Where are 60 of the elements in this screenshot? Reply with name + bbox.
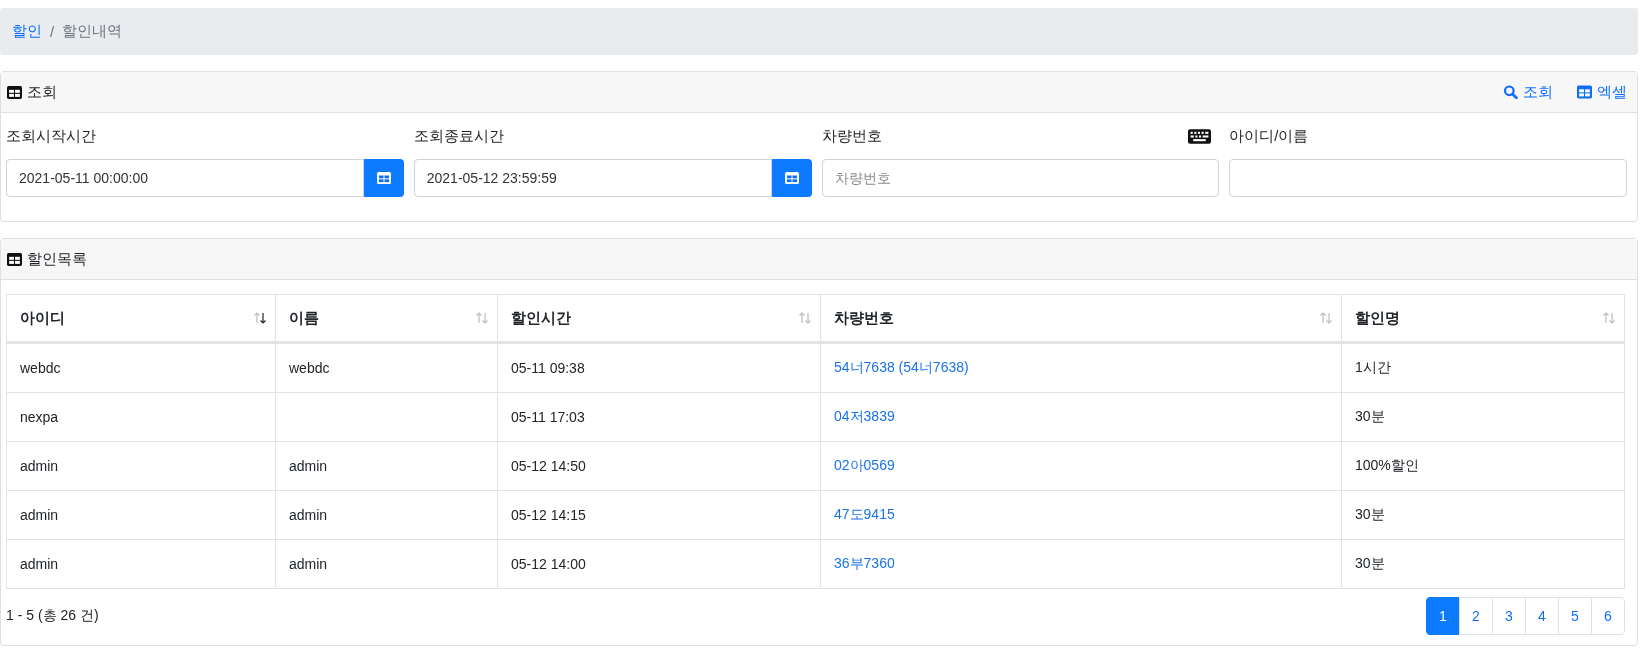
field-label: 차량번호 (821, 126, 882, 146)
table-cell: 05-12 14:50 (511, 458, 586, 474)
table-cell: admin (289, 507, 328, 523)
calendar-button[interactable] (363, 159, 404, 197)
table-cell: 1시간 (1355, 359, 1391, 375)
table-cell: 05-11 17:03 (511, 409, 585, 425)
column-header[interactable]: 할인시간 (497, 294, 821, 343)
plate-link[interactable]: 54너7638 (54너7638) (834, 359, 969, 375)
table-cell: webdc (289, 360, 330, 376)
table-cell: 30분 (1355, 555, 1385, 571)
keyboard-icon[interactable] (1188, 128, 1212, 144)
page-button[interactable]: 6 (1591, 597, 1625, 635)
plate-link[interactable]: 47도9415 (834, 506, 895, 522)
table-cell: 05-12 14:15 (511, 507, 586, 523)
page-button[interactable]: 1 (1426, 597, 1460, 635)
calendar-button[interactable] (771, 159, 812, 197)
date-input[interactable]: 2021-05-11 00:00:00 (6, 159, 364, 197)
table-cell: admin (20, 556, 59, 572)
result-summary: 1 - 5 (총 26 건) (6, 607, 99, 625)
field-label: 조회종료시간 (413, 126, 504, 146)
field-label: 조회시작시간 (6, 126, 96, 146)
column-header[interactable]: 아이디 (6, 294, 276, 343)
plate-link[interactable]: 36부7360 (834, 555, 895, 571)
text-input[interactable]: 차량번호 (821, 159, 1220, 197)
calendar-icon (376, 172, 391, 184)
column-header[interactable]: 할인명 (1341, 294, 1625, 343)
column-header[interactable]: 차량번호 (820, 294, 1342, 343)
field-label: 아이디/이름 (1229, 126, 1309, 146)
table-cell: admin (20, 458, 59, 474)
table-icon (7, 252, 22, 266)
page-button[interactable]: 5 (1558, 597, 1592, 635)
plate-link[interactable]: 04저3839 (834, 408, 895, 424)
column-header[interactable]: 이름 (275, 294, 498, 343)
table-icon (7, 85, 22, 99)
search-icon (1503, 85, 1518, 99)
card-title: 조회 (27, 82, 57, 102)
breadcrumb-current: 할인내역 (62, 22, 123, 41)
excel-link[interactable]: 엑셀 (1577, 82, 1627, 102)
page-button[interactable]: 2 (1459, 597, 1493, 635)
table-cell: 100%할인 (1355, 457, 1419, 473)
table-cell: admin (289, 556, 328, 572)
table-cell: 05-11 09:38 (511, 360, 585, 376)
page-button[interactable]: 4 (1525, 597, 1559, 635)
table-icon (1577, 85, 1592, 99)
table-cell: 30분 (1355, 408, 1385, 424)
table-cell: admin (20, 507, 59, 523)
table-cell: 30분 (1355, 506, 1385, 522)
table-cell: nexpa (20, 409, 59, 425)
card-title: 할인목록 (27, 249, 87, 269)
table-cell: 05-12 14:00 (511, 556, 586, 572)
date-input[interactable]: 2021-05-12 23:59:59 (413, 159, 772, 197)
table-cell: webdc (20, 360, 61, 376)
plate-link[interactable]: 02아0569 (834, 457, 895, 473)
search-link[interactable]: 조회 (1503, 82, 1553, 102)
page-button[interactable]: 3 (1492, 597, 1526, 635)
calendar-icon (784, 172, 799, 184)
breadcrumb-link[interactable]: 할인 (12, 22, 42, 41)
breadcrumb-separator: / (50, 23, 55, 40)
table-cell: admin (289, 458, 328, 474)
text-input[interactable] (1229, 159, 1627, 197)
